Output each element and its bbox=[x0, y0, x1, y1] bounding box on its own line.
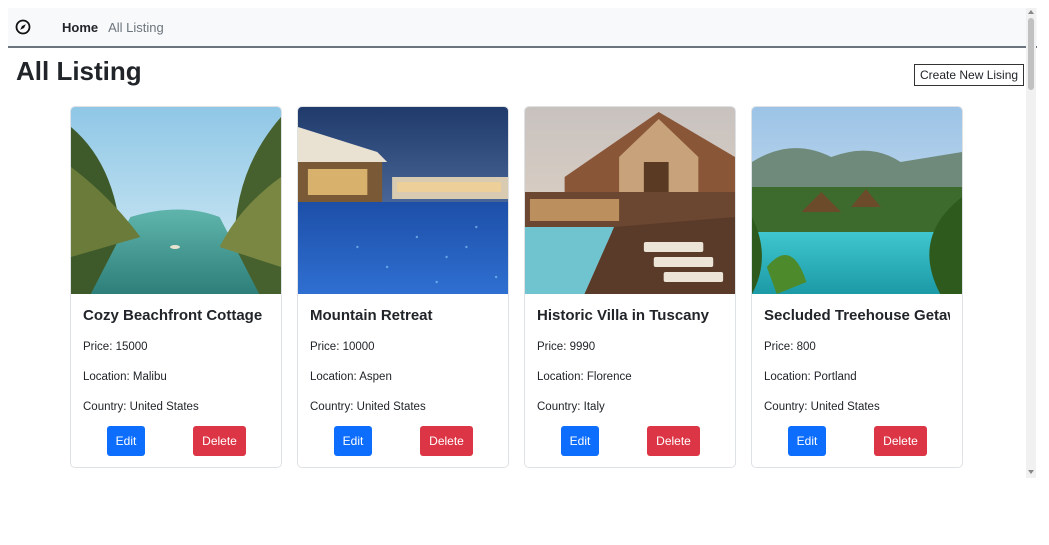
listing-country: Country: United States bbox=[764, 401, 880, 413]
browser-viewport: Home All Listing All Listing Create New … bbox=[8, 8, 1037, 478]
edit-button[interactable]: Edit bbox=[334, 426, 372, 456]
listing-price: Price: 15000 bbox=[83, 341, 148, 353]
listing-country: Country: Italy bbox=[537, 401, 605, 413]
listing-image bbox=[752, 107, 962, 294]
listing-country: Country: United States bbox=[83, 401, 199, 413]
card-actions: Edit Delete bbox=[752, 426, 962, 456]
delete-button[interactable]: Delete bbox=[193, 426, 246, 456]
listing-card[interactable]: Cozy Beachfront Cottage Price: 15000 Loc… bbox=[70, 106, 282, 468]
listing-price: Price: 10000 bbox=[310, 341, 375, 353]
listing-country: Country: United States bbox=[310, 401, 426, 413]
listing-price: Price: 800 bbox=[764, 341, 816, 353]
listing-card[interactable]: Mountain Retreat Price: 10000 Location: … bbox=[297, 106, 509, 468]
heading-row: All Listing Create New Lising bbox=[8, 48, 1037, 100]
listing-location: Location: Florence bbox=[537, 371, 632, 383]
edit-button[interactable]: Edit bbox=[107, 426, 145, 456]
card-actions: Edit Delete bbox=[525, 426, 735, 456]
edit-button[interactable]: Edit bbox=[561, 426, 599, 456]
navbar: Home All Listing bbox=[8, 8, 1037, 48]
compass-icon[interactable] bbox=[14, 18, 32, 36]
nav-link-home[interactable]: Home bbox=[62, 20, 98, 35]
listing-location: Location: Aspen bbox=[310, 371, 392, 383]
page-title: All Listing bbox=[16, 56, 142, 86]
listing-image bbox=[71, 107, 281, 294]
scroll-up-arrow-icon[interactable] bbox=[1028, 10, 1034, 14]
listing-title: Mountain Retreat bbox=[310, 307, 433, 324]
scroll-thumb[interactable] bbox=[1028, 18, 1034, 90]
listing-card[interactable]: Secluded Treehouse Getawa Price: 800 Loc… bbox=[751, 106, 963, 468]
listing-location: Location: Malibu bbox=[83, 371, 167, 383]
delete-button[interactable]: Delete bbox=[420, 426, 473, 456]
listing-card[interactable]: Historic Villa in Tuscany Price: 9990 Lo… bbox=[524, 106, 736, 468]
card-actions: Edit Delete bbox=[71, 426, 281, 456]
scroll-down-arrow-icon[interactable] bbox=[1028, 470, 1034, 474]
listing-image bbox=[298, 107, 508, 294]
nav-links: Home All Listing bbox=[62, 20, 164, 35]
edit-button[interactable]: Edit bbox=[788, 426, 826, 456]
listing-price: Price: 9990 bbox=[537, 341, 596, 353]
listing-title: Cozy Beachfront Cottage bbox=[83, 307, 263, 324]
listing-location: Location: Portland bbox=[764, 371, 857, 383]
listing-title: Secluded Treehouse Getawa bbox=[764, 307, 950, 324]
delete-button[interactable]: Delete bbox=[647, 426, 700, 456]
card-actions: Edit Delete bbox=[298, 426, 508, 456]
nav-link-all-listing[interactable]: All Listing bbox=[108, 20, 164, 35]
listing-image bbox=[525, 107, 735, 294]
vertical-scrollbar[interactable] bbox=[1026, 8, 1036, 478]
listing-title: Historic Villa in Tuscany bbox=[537, 307, 710, 324]
listing-cards: Cozy Beachfront Cottage Price: 15000 Loc… bbox=[70, 106, 963, 468]
delete-button[interactable]: Delete bbox=[874, 426, 927, 456]
create-new-listing-button[interactable]: Create New Lising bbox=[914, 64, 1025, 86]
